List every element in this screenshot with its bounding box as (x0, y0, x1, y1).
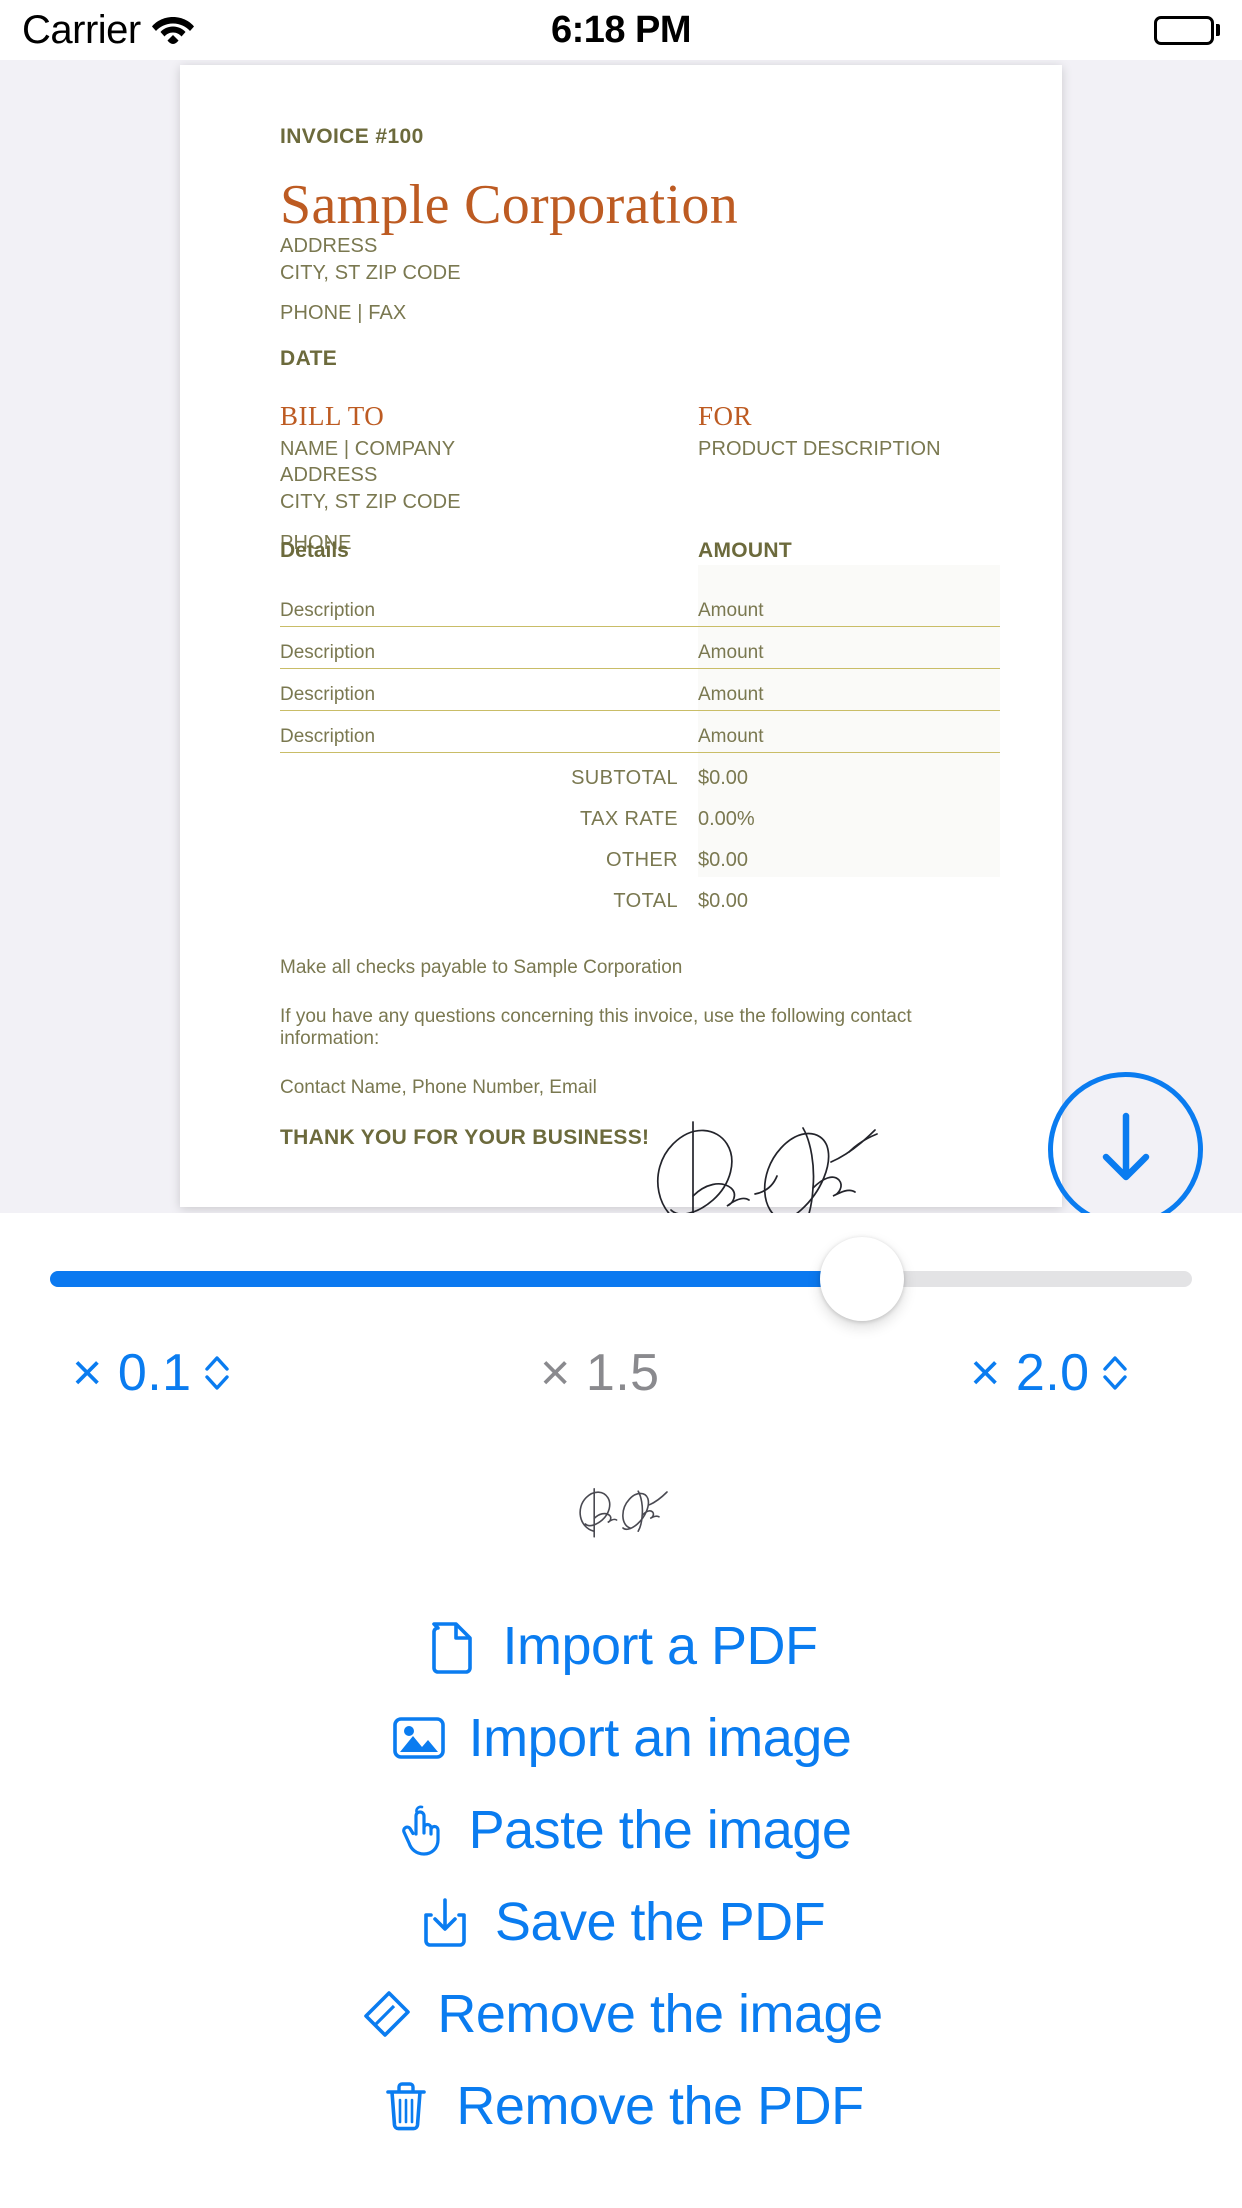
zoom-max-label: × 2.0 (970, 1344, 1090, 1402)
company-phone-fax: PHONE | FAX (280, 302, 407, 325)
row-amount: Amount (698, 683, 764, 705)
table-row: Description Amount (280, 711, 1000, 753)
status-bar-right (1154, 0, 1220, 60)
bill-to-address: ADDRESS (280, 464, 378, 487)
note-contact: Contact Name, Phone Number, Email (280, 1076, 597, 1098)
chevron-up-down-icon[interactable] (1100, 1350, 1130, 1396)
company-name: Sample Corporation (280, 174, 738, 236)
hand-pointer-icon (391, 1802, 447, 1858)
company-address-1: ADDRESS (280, 235, 378, 257)
company-address-2: CITY, ST ZIP CODE (280, 261, 461, 284)
for-block: FOR PRODUCT DESCRIPTION (698, 401, 998, 463)
totals-value: $0.00 (698, 889, 749, 912)
table-row: Description Amount (280, 669, 1000, 711)
totals-block: SUBTOTAL $0.00 TAX RATE 0.00% OTHER $0.0… (280, 767, 1000, 931)
for-description: PRODUCT DESCRIPTION (698, 437, 941, 460)
bill-for-columns: BILL TO NAME | COMPANY ADDRESS CITY, ST … (280, 401, 1000, 554)
status-bar: Carrier 6:18 PM (0, 0, 1242, 60)
row-description: Description (280, 599, 376, 621)
app-root: Carrier 6:18 PM INVOICE #100 Sample Corp… (0, 0, 1242, 2208)
zoom-slider-track[interactable] (50, 1271, 1192, 1287)
paste-image-label: Paste the image (468, 1800, 852, 1860)
row-amount: Amount (698, 725, 764, 747)
bill-to-city: CITY, ST ZIP CODE (280, 490, 461, 513)
zoom-slider-container[interactable] (0, 1213, 1242, 1343)
table-rows: Description Amount Description Amount De… (280, 585, 1000, 753)
import-image-label: Import an image (468, 1708, 852, 1768)
battery-icon (1154, 15, 1220, 45)
eraser-icon (359, 1986, 415, 2042)
row-description: Description (280, 641, 376, 663)
zoom-max-stepper[interactable]: × 2.0 (970, 1343, 1130, 1403)
photo-icon (391, 1710, 447, 1766)
remove-image-label: Remove the image (437, 1984, 883, 2044)
import-image-action[interactable]: Import an image (0, 1692, 1242, 1784)
pdf-page[interactable]: INVOICE #100 Sample Corporation ADDRESS … (180, 65, 1062, 1213)
column-header-details: Details (280, 538, 349, 562)
signature-thumbnail (570, 1480, 680, 1540)
totals-row: OTHER $0.00 (280, 849, 1000, 890)
import-pdf-action[interactable]: Import a PDF (0, 1600, 1242, 1692)
paste-image-action[interactable]: Paste the image (0, 1784, 1242, 1876)
column-header-amount: AMOUNT (698, 538, 792, 562)
zoom-min-label: × 0.1 (72, 1344, 192, 1402)
save-pdf-label: Save the PDF (494, 1892, 826, 1952)
table-row: Description Amount (280, 627, 1000, 669)
invoice-notes: Make all checks payable to Sample Corpor… (280, 957, 1000, 1150)
document-icon (424, 1618, 480, 1674)
row-description: Description (280, 683, 376, 705)
row-amount: Amount (698, 599, 764, 621)
invoice-number: INVOICE #100 (280, 125, 424, 148)
chevron-up-down-icon[interactable] (202, 1350, 232, 1396)
bill-to-heading: BILL TO (280, 400, 385, 431)
zoom-current-value: × 1.5 (540, 1343, 660, 1403)
table-row: Description Amount (280, 585, 1000, 627)
totals-row: TOTAL $0.00 (280, 890, 1000, 931)
note-questions: If you have any questions concerning thi… (280, 1005, 912, 1049)
zoom-slider-thumb[interactable] (820, 1237, 904, 1321)
totals-value: $0.00 (698, 848, 749, 871)
totals-row: TAX RATE 0.00% (280, 808, 1000, 849)
totals-label: TAX RATE (579, 807, 678, 830)
table-header: Details AMOUNT (280, 539, 1000, 573)
pdf-viewer[interactable]: INVOICE #100 Sample Corporation ADDRESS … (0, 60, 1242, 1213)
action-menu: Import a PDF Import an image Paste the i… (0, 1600, 1242, 2152)
note-payable: Make all checks payable to Sample Corpor… (280, 956, 683, 978)
line-items-table: Details AMOUNT Description Amount Descri… (280, 539, 1000, 931)
zoom-min-stepper[interactable]: × 0.1 (72, 1343, 232, 1403)
remove-image-action[interactable]: Remove the image (0, 1968, 1242, 2060)
totals-label: TOTAL (613, 889, 678, 912)
invoice-date-label: DATE (280, 346, 338, 370)
zoom-slider-fill (50, 1271, 856, 1287)
totals-value: $0.00 (698, 766, 749, 789)
invoice-content: INVOICE #100 Sample Corporation ADDRESS … (280, 65, 1000, 1150)
bill-to-name: NAME | COMPANY (280, 437, 456, 460)
clock-label: 6:18 PM (550, 8, 692, 51)
download-arrow-icon (1090, 1106, 1162, 1193)
totals-row: SUBTOTAL $0.00 (280, 767, 1000, 808)
zoom-current-label: × 1.5 (540, 1344, 660, 1402)
row-description: Description (280, 725, 376, 747)
save-pdf-action[interactable]: Save the PDF (0, 1876, 1242, 1968)
totals-value: 0.00% (698, 807, 755, 830)
thank-you-line: THANK YOU FOR YOUR BUSINESS! (280, 1125, 650, 1149)
save-download-icon (417, 1894, 473, 1950)
remove-pdf-label: Remove the PDF (456, 2076, 864, 2136)
download-button[interactable] (1048, 1072, 1203, 1213)
totals-label: SUBTOTAL (571, 766, 678, 789)
bill-to-block: BILL TO NAME | COMPANY ADDRESS CITY, ST … (280, 401, 700, 556)
trash-icon (378, 2078, 434, 2134)
for-heading: FOR (698, 400, 753, 431)
status-bar-center: 6:18 PM (0, 0, 1242, 60)
remove-pdf-action[interactable]: Remove the PDF (0, 2060, 1242, 2152)
row-amount: Amount (698, 641, 764, 663)
totals-label: OTHER (606, 848, 678, 871)
zoom-controls: × 0.1 × 1.5 × 2.0 (0, 1343, 1242, 1463)
import-pdf-label: Import a PDF (502, 1616, 818, 1676)
